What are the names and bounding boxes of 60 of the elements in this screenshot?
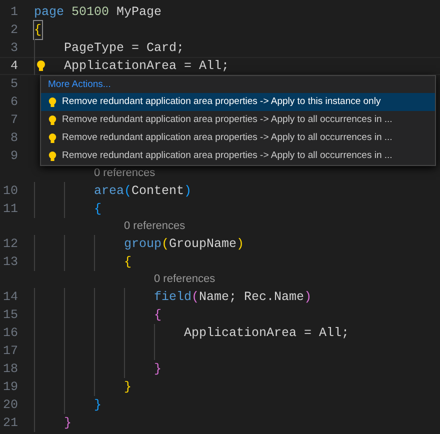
line-number: 8: [9, 130, 18, 147]
line-number: 17: [2, 342, 18, 360]
code-token: group: [124, 236, 162, 253]
code-token: 50100: [70, 4, 110, 21]
code-token: (: [124, 182, 132, 200]
code-token: ): [184, 182, 192, 200]
code-token: MyPage: [116, 4, 162, 21]
code-token: GroupName: [169, 236, 237, 253]
code-token: ): [304, 288, 312, 306]
line-number: 3: [9, 40, 18, 57]
line-number: 12: [2, 236, 18, 253]
menu-item[interactable]: Remove redundant application area properties -> Apply to this instance only: [41, 93, 435, 111]
code-token: (: [162, 236, 170, 253]
line-number: 20: [2, 396, 18, 414]
line-number: 14: [2, 288, 18, 306]
line-number: 19: [2, 378, 18, 396]
code-token: area: [94, 182, 124, 200]
code-token: page: [34, 4, 64, 21]
codelens-link[interactable]: 0 references: [94, 165, 156, 182]
line-number: 11: [2, 200, 18, 218]
line-number: 10: [2, 182, 18, 200]
line-number: 7: [9, 112, 18, 129]
lightbulb-icon[interactable]: [36, 60, 46, 72]
lightbulb-icon: [48, 132, 57, 144]
lightbulb-icon: [48, 96, 57, 108]
line-number: 1: [9, 4, 18, 21]
code-token: }: [154, 360, 162, 378]
code-token: Content: [132, 182, 184, 200]
line-number: 5: [9, 76, 18, 93]
codelens-link[interactable]: 0 references: [124, 218, 186, 235]
code-token: (: [192, 288, 200, 306]
code-token: ApplicationArea = All;: [64, 58, 230, 75]
line-number: 18: [2, 360, 18, 378]
code-token: }: [64, 414, 72, 432]
line-number: 15: [2, 306, 18, 324]
code-token: Name; Rec.Name: [199, 288, 304, 306]
code-token: {: [94, 200, 102, 218]
code-token: ApplicationArea = All;: [184, 324, 350, 342]
codelens-link[interactable]: 0 references: [154, 271, 216, 288]
code-token: }: [124, 378, 132, 396]
menu-item[interactable]: Remove redundant application area properties -> Apply to all occurrences in ...: [41, 129, 435, 147]
line-number: 13: [2, 254, 18, 271]
code-token: }: [94, 396, 102, 414]
menu-item[interactable]: Remove redundant application area properties -> Apply to all occurrences in ...: [41, 111, 435, 129]
line-number: 9: [9, 148, 18, 165]
line-number: 6: [9, 94, 18, 111]
line-number: 21: [2, 414, 18, 432]
code-token: field: [154, 288, 192, 306]
code-token: {: [34, 20, 42, 40]
line-number: 16: [2, 324, 18, 342]
code-token: {: [124, 254, 132, 271]
menu-item[interactable]: Remove redundant application area properties -> Apply to all occurrences in ...: [41, 147, 435, 165]
code-token: ): [236, 236, 244, 253]
lightbulb-icon: [48, 150, 57, 162]
line-number: 4: [9, 58, 18, 75]
line-number: 2: [9, 22, 18, 39]
more-actions-link[interactable]: More Actions...: [41, 76, 435, 93]
code-token: PageType = Card;: [64, 40, 184, 57]
code-token: {: [154, 306, 162, 324]
lightbulb-icon: [48, 114, 57, 126]
